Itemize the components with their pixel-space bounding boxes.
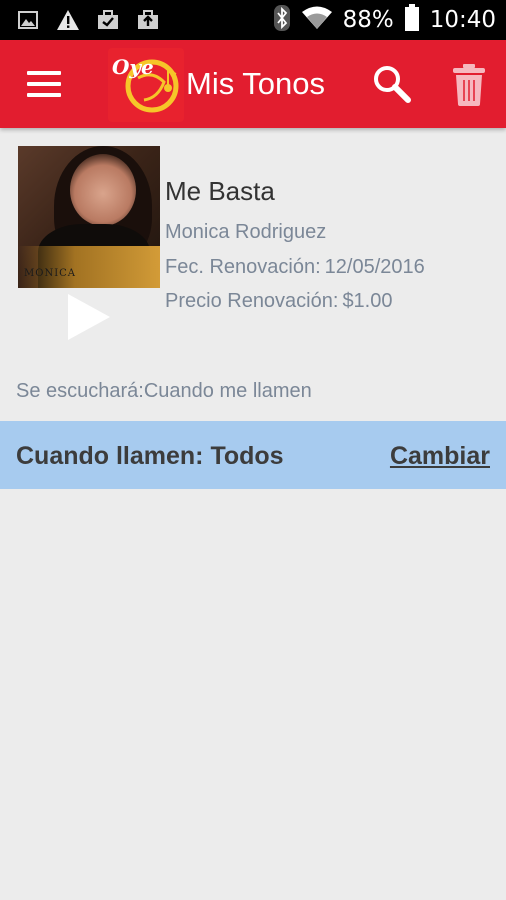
play-icon	[68, 294, 110, 340]
plays-on-value: Cuando me llamen	[143, 380, 312, 402]
hamburger-icon-line	[27, 93, 61, 97]
logo-text: Oye	[112, 55, 154, 79]
menu-button[interactable]	[22, 64, 66, 104]
status-bar: 88% 10:40	[0, 0, 506, 40]
album-cover: MONICA	[18, 146, 160, 288]
renewal-price-label: Precio Renovación:	[165, 290, 339, 312]
renewal-date: Fec. Renovación: 12/05/2016	[165, 256, 425, 279]
wifi-icon	[301, 5, 333, 36]
album-cover-face	[70, 154, 136, 226]
renewal-price-value: $1.00	[342, 290, 393, 312]
change-button[interactable]: Cambiar	[390, 442, 490, 471]
clock: 10:40	[429, 7, 496, 33]
album-brand: MONICA	[24, 268, 77, 279]
renewal-price: Precio Renovación: $1.00	[165, 290, 393, 313]
delete-button[interactable]	[450, 62, 488, 108]
trash-icon	[453, 64, 485, 106]
oye-logo: Oye	[108, 48, 184, 122]
battery-percentage: 88%	[342, 7, 394, 33]
album-cover-accent	[18, 246, 160, 288]
battery-icon	[404, 3, 420, 37]
page-title: Mis Tonos	[186, 66, 325, 101]
plays-on-label: Se escuchará:	[16, 380, 144, 402]
callers-label: Cuando llamen: Todos	[16, 442, 284, 470]
renewal-date-label: Fec. Renovación:	[165, 256, 321, 278]
app-bar: Oye Mis Tonos	[0, 40, 506, 128]
bluetooth-icon	[273, 4, 291, 37]
hamburger-icon-line	[27, 82, 61, 86]
warning-icon	[56, 8, 80, 32]
search-button[interactable]	[370, 62, 414, 106]
briefcase-upload-icon	[136, 8, 160, 32]
hamburger-icon-line	[27, 71, 61, 75]
briefcase-check-icon	[96, 8, 120, 32]
song-title: Me Basta	[165, 176, 275, 206]
search-icon	[374, 66, 411, 103]
system-icons: 88% 10:40	[273, 3, 496, 37]
plays-on: Se escuchará:Cuando me llamen	[16, 380, 312, 403]
callers-bar: Cuando llamen: Todos Cambiar	[0, 421, 506, 489]
play-button[interactable]	[66, 292, 112, 342]
artist-name: Monica Rodriguez	[165, 221, 327, 243]
notification-icons	[16, 8, 160, 32]
renewal-date-value: 12/05/2016	[324, 256, 425, 278]
image-icon	[16, 8, 40, 32]
